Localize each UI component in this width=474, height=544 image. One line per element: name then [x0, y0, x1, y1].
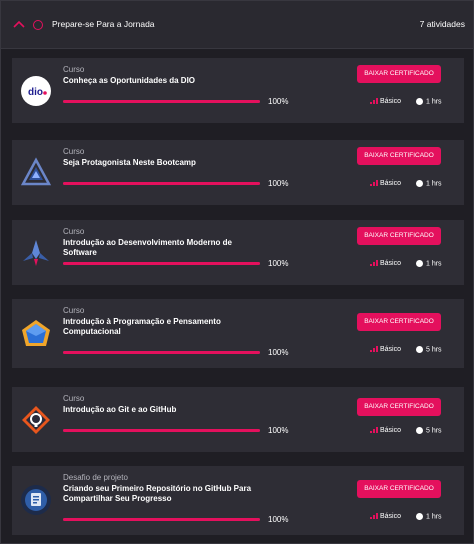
clock-icon [416, 98, 423, 105]
download-certificate-button[interactable]: BAIXAR CERTIFICADO [357, 147, 441, 165]
download-certificate-button[interactable]: BAIXAR CERTIFICADO [357, 65, 441, 83]
duration-label: 1 hrs [426, 513, 442, 521]
chevron-up-icon[interactable] [12, 19, 26, 29]
progress-bar [63, 351, 260, 354]
project-card[interactable]: Desafio de projeto Criando seu Primeiro … [12, 466, 464, 535]
download-certificate-button[interactable]: BAIXAR CERTIFICADO [357, 480, 441, 498]
level-label: Básico [380, 260, 402, 267]
activity-kind: Desafio de projeto [63, 473, 128, 482]
level-label: Básico [380, 98, 402, 105]
duration-label: 1 hrs [426, 260, 442, 268]
duration-label: 5 hrs [426, 346, 442, 354]
activity-kind: Curso [63, 147, 85, 156]
dio-logo-icon: dio [20, 75, 52, 107]
activity-title[interactable]: Introdução ao Git e ao GitHub [63, 405, 253, 415]
signal-bars-icon [370, 98, 378, 105]
progress-bar [63, 429, 260, 432]
course-card[interactable]: dio Curso Conheça as Oportunidades da DI… [12, 58, 464, 123]
duration-indicator: 1 hrs [416, 260, 442, 267]
level-label: Básico [380, 513, 402, 520]
duration-indicator: 5 hrs [416, 427, 442, 434]
level-indicator: Básico [370, 180, 401, 187]
section-header[interactable]: Prepare-se Para a Jornada 7 atividades [1, 1, 473, 49]
duration-indicator: 1 hrs [416, 180, 442, 187]
course-card[interactable]: Curso Introdução ao Git e ao GitHub 100%… [12, 387, 464, 452]
duration-label: 1 hrs [426, 98, 442, 106]
signal-bars-icon [370, 427, 378, 434]
signal-bars-icon [370, 346, 378, 353]
spaceship-logo-icon [20, 237, 52, 269]
course-card[interactable]: Curso Seja Protagonista Neste Bootcamp 1… [12, 140, 464, 205]
clock-icon [416, 427, 423, 434]
activity-kind: Curso [63, 394, 85, 403]
duration-label: 5 hrs [426, 427, 442, 435]
clock-icon [416, 180, 423, 187]
duration-indicator: 1 hrs [416, 98, 442, 105]
signal-bars-icon [370, 513, 378, 520]
level-indicator: Básico [370, 427, 401, 434]
repository-logo-icon [20, 484, 52, 516]
svg-text:dio: dio [28, 87, 43, 98]
signal-bars-icon [370, 180, 378, 187]
journey-section: Prepare-se Para a Jornada 7 atividades d… [0, 0, 474, 544]
activity-count: 7 atividades [419, 19, 465, 29]
download-certificate-button[interactable]: BAIXAR CERTIFICADO [357, 227, 441, 245]
progress-percent: 100% [268, 515, 289, 524]
activity-kind: Curso [63, 306, 85, 315]
status-ring-icon [33, 20, 43, 30]
level-label: Básico [380, 427, 402, 434]
download-certificate-button[interactable]: BAIXAR CERTIFICADO [357, 313, 441, 331]
duration-indicator: 1 hrs [416, 513, 442, 520]
course-card[interactable]: Curso Introdução ao Desenvolvimento Mode… [12, 220, 464, 285]
progress-percent: 100% [268, 348, 289, 357]
level-indicator: Básico [370, 98, 401, 105]
progress-percent: 100% [268, 426, 289, 435]
download-certificate-button[interactable]: BAIXAR CERTIFICADO [357, 398, 441, 416]
level-indicator: Básico [370, 346, 401, 353]
progress-bar [63, 182, 260, 185]
github-logo-icon [20, 404, 52, 436]
progress-bar [63, 262, 260, 265]
level-label: Básico [380, 346, 402, 353]
blue-cube-logo-icon [20, 318, 52, 350]
progress-percent: 100% [268, 179, 289, 188]
section-title: Prepare-se Para a Jornada [52, 19, 155, 29]
clock-icon [416, 260, 423, 267]
activity-kind: Curso [63, 65, 85, 74]
course-card[interactable]: Curso Introdução à Programação e Pensame… [12, 299, 464, 368]
activity-title[interactable]: Conheça as Oportunidades da DIO [63, 76, 253, 86]
activity-kind: Curso [63, 227, 85, 236]
progress-percent: 100% [268, 259, 289, 268]
duration-label: 1 hrs [426, 180, 442, 188]
progress-bar [63, 518, 260, 521]
activity-title[interactable]: Seja Protagonista Neste Bootcamp [63, 158, 253, 168]
clock-icon [416, 346, 423, 353]
level-indicator: Básico [370, 260, 401, 267]
duration-indicator: 5 hrs [416, 346, 442, 353]
activity-title[interactable]: Criando seu Primeiro Repositório no GitH… [63, 484, 253, 504]
level-indicator: Básico [370, 513, 401, 520]
level-label: Básico [380, 180, 402, 187]
progress-bar [63, 100, 260, 103]
progress-percent: 100% [268, 97, 289, 106]
clock-icon [416, 513, 423, 520]
triangle-logo-icon [20, 157, 52, 189]
activity-title[interactable]: Introdução à Programação e Pensamento Co… [63, 317, 253, 337]
signal-bars-icon [370, 260, 378, 267]
activity-title[interactable]: Introdução ao Desenvolvimento Moderno de… [63, 238, 253, 258]
